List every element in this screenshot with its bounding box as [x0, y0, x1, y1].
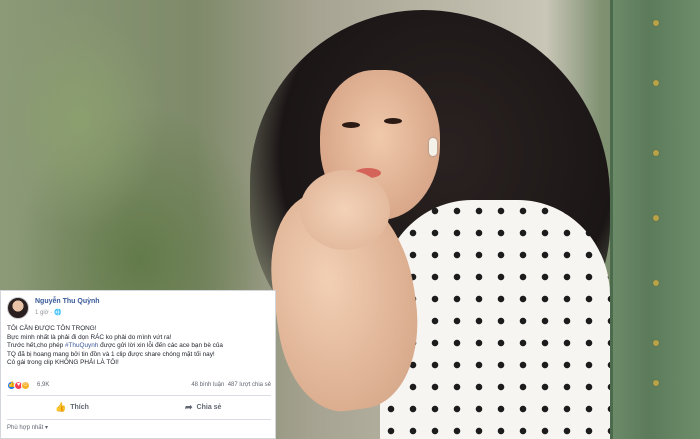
share-arrow-icon: ➦: [185, 401, 193, 412]
rivet: [653, 150, 659, 156]
post-stats: 👍♥ ☺ 6,9K 48 bình luận 487 lượt chia sẻ: [7, 380, 271, 392]
like-label: Thích: [70, 403, 89, 411]
hand: [300, 170, 390, 250]
rivet: [653, 280, 659, 286]
rivet: [653, 380, 659, 386]
green-door: [610, 0, 700, 439]
post-line: TÔI CẦN ĐƯỢC TÔN TRỌNG!: [7, 325, 97, 332]
post-time[interactable]: 1 giờ · 🌐: [35, 309, 61, 316]
share-button[interactable]: ➦ Chia sẻ: [185, 399, 221, 415]
like-button[interactable]: 👍 Thích: [55, 399, 89, 415]
post-line: Bực mình nhất là phải đi dọn RÁC ko phải…: [7, 333, 172, 341]
author-name[interactable]: Nguyễn Thu Quỳnh: [35, 298, 100, 305]
haha-icon: ☺: [21, 381, 30, 390]
post-line: Trước hết,cho phép #ThuQuynh được gửi lờ…: [7, 342, 271, 351]
reaction-icons[interactable]: 👍♥ ☺: [7, 381, 30, 391]
rivet: [653, 215, 659, 221]
comment-count[interactable]: 48 bình luận: [191, 382, 224, 388]
divider: [7, 419, 271, 420]
post-line-start: Trước hết,cho phép: [7, 342, 65, 350]
share-count[interactable]: 487 lượt chia sẻ: [228, 382, 271, 388]
rivet: [653, 20, 659, 26]
right-eye: [384, 118, 402, 124]
hashtag-link[interactable]: #ThuQuynh: [65, 342, 98, 349]
left-eye: [342, 122, 360, 128]
post-line-rest: được gửi lời xin lỗi đến các ace bạn bè …: [98, 342, 223, 350]
earring: [429, 138, 437, 156]
avatar[interactable]: [7, 297, 29, 319]
rivet: [653, 340, 659, 346]
thumbs-up-icon: 👍: [55, 401, 67, 412]
post-actions: 👍 Thích ➦ Chia sẻ: [7, 399, 271, 415]
comments-shares: 48 bình luận 487 lượt chia sẻ: [191, 382, 271, 388]
reaction-count[interactable]: 6,9K: [37, 382, 49, 388]
comment-sort-dropdown[interactable]: Phù hợp nhất ▾: [7, 424, 48, 431]
post-text: TÔI CẦN ĐƯỢC TÔN TRỌNG! Bực mình nhất là…: [7, 325, 271, 368]
facebook-post-card: Nguyễn Thu Quỳnh 1 giờ · 🌐 TÔI CẦN ĐƯỢC …: [0, 290, 276, 439]
rivet: [653, 80, 659, 86]
post-line: Cô gái trong clip KHÔNG PHẢI LÀ TÔI!: [7, 359, 119, 367]
share-label: Chia sẻ: [196, 403, 222, 411]
divider: [7, 395, 271, 396]
